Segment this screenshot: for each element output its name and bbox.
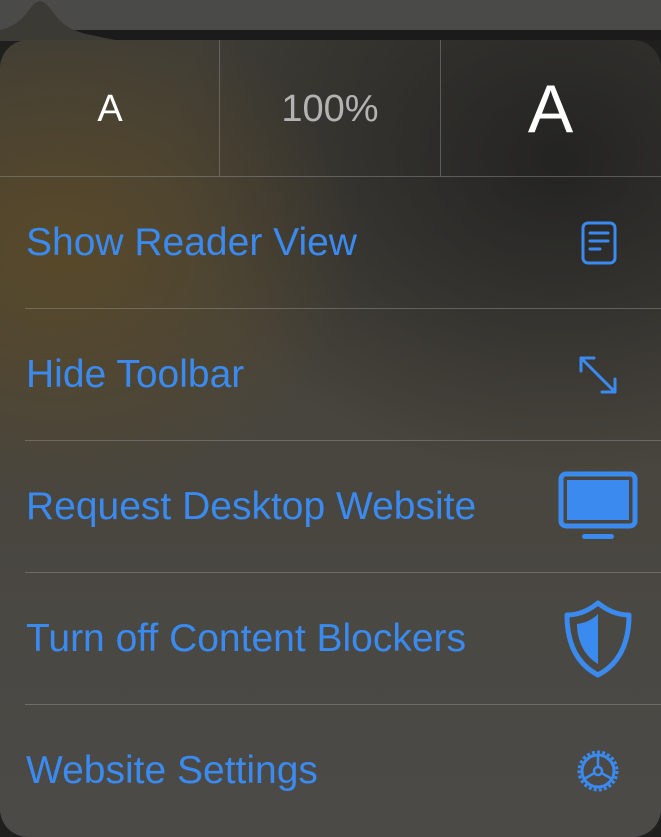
expand-arrows-icon xyxy=(579,356,617,394)
menu-item-label: Hide Toolbar xyxy=(26,353,245,396)
reader-view-icon xyxy=(581,221,617,265)
decrease-text-size-label: A xyxy=(97,88,123,130)
menu-item-turn-off-content-blockers[interactable]: Turn off Content Blockers xyxy=(0,573,661,705)
page-menu-popover: A 100% A Show Reader View Hide Toolbar R… xyxy=(0,0,661,837)
increase-text-size-label: A xyxy=(527,71,574,147)
shield-icon xyxy=(564,600,632,678)
decrease-text-size-button[interactable]: A xyxy=(0,40,220,176)
increase-text-size-button[interactable]: A xyxy=(440,40,661,176)
menu-item-label: Show Reader View xyxy=(26,221,357,264)
menu-item-label: Website Settings xyxy=(26,749,318,792)
zoom-level-value: 100% xyxy=(281,88,379,130)
font-size-row: A 100% A xyxy=(0,40,661,176)
menu-item-label: Request Desktop Website xyxy=(26,485,477,528)
popover-arrow xyxy=(0,1,120,41)
menu-item-website-settings[interactable]: Website Settings xyxy=(0,705,661,837)
menu-item-request-desktop-website[interactable]: Request Desktop Website xyxy=(0,441,661,573)
reset-zoom-button[interactable]: 100% xyxy=(220,40,440,176)
gear-icon xyxy=(577,750,619,792)
menu-item-label: Turn off Content Blockers xyxy=(26,617,467,660)
menu-item-hide-toolbar[interactable]: Hide Toolbar xyxy=(0,309,661,441)
desktop-monitor-icon xyxy=(558,471,638,539)
popover-panel: A 100% A Show Reader View Hide Toolbar R… xyxy=(0,40,661,837)
menu-item-show-reader-view[interactable]: Show Reader View xyxy=(0,177,661,309)
